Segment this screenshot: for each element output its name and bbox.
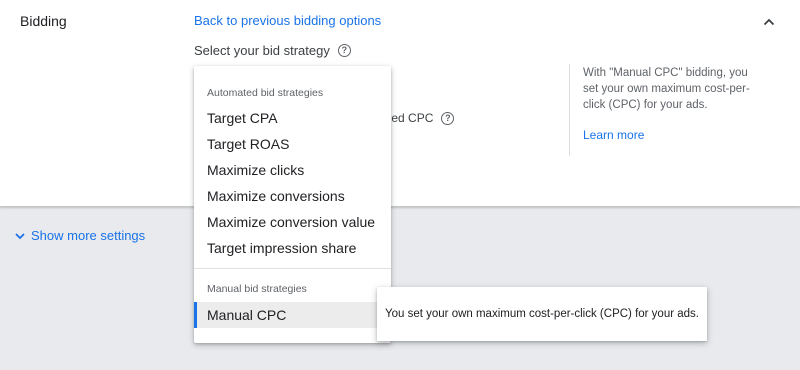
bid-strategy-label: Select your bid strategy ? xyxy=(194,43,351,58)
menu-divider xyxy=(194,268,391,269)
bidding-info-text: With "Manual CPC" bidding, you set your … xyxy=(583,67,750,111)
learn-more-link[interactable]: Learn more xyxy=(583,128,644,142)
help-icon[interactable]: ? xyxy=(337,44,351,57)
menu-item-target-cpa[interactable]: Target CPA xyxy=(194,105,391,131)
chevron-down-icon xyxy=(15,232,25,239)
bid-strategy-dropdown: Automated bid strategies Target CPA Targ… xyxy=(194,66,391,343)
menu-item-maximize-conversion-value[interactable]: Maximize conversion value xyxy=(194,209,391,235)
help-icon[interactable]: ? xyxy=(441,111,455,125)
automated-strategies-header: Automated bid strategies xyxy=(207,87,324,99)
tooltip-text: You set your own maximum cost-per-click … xyxy=(384,308,699,320)
show-more-settings-button[interactable]: Show more settings xyxy=(14,228,145,243)
bidding-panel: Bidding Back to previous bidding options… xyxy=(0,0,800,207)
menu-item-maximize-conversions[interactable]: Maximize conversions xyxy=(194,183,391,209)
info-divider xyxy=(569,64,570,156)
menu-item-maximize-clicks[interactable]: Maximize clicks xyxy=(194,157,391,183)
back-to-previous-bidding-link[interactable]: Back to previous bidding options xyxy=(194,13,381,28)
menu-item-manual-cpc[interactable]: Manual CPC xyxy=(194,302,391,328)
menu-item-target-roas[interactable]: Target ROAS xyxy=(194,131,391,157)
section-title: Bidding xyxy=(20,13,67,29)
bid-strategy-label-text: Select your bid strategy xyxy=(194,43,330,58)
manual-strategies-header: Manual bid strategies xyxy=(207,283,307,295)
chevron-up-icon[interactable] xyxy=(761,14,777,30)
manual-cpc-tooltip: You set your own maximum cost-per-click … xyxy=(377,287,707,341)
show-more-settings-label: Show more settings xyxy=(31,228,146,243)
menu-item-target-impression-share[interactable]: Target impression share xyxy=(194,235,391,261)
